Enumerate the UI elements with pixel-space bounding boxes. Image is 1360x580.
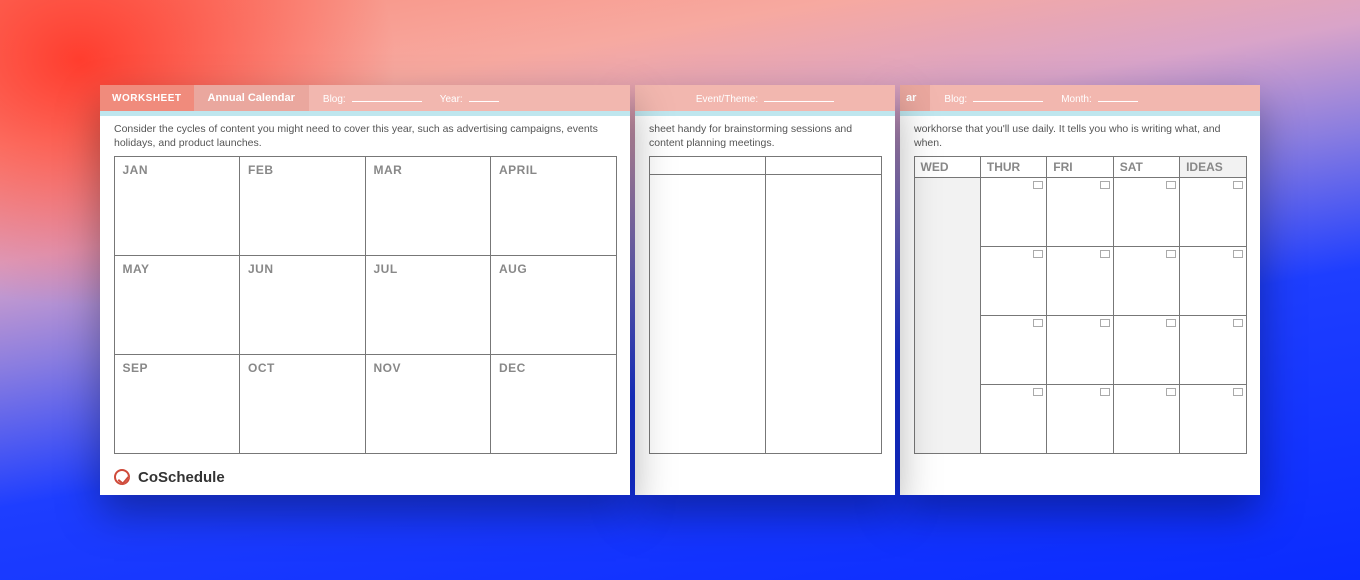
annual-grid: JAN FEB MAR APRIL MAY JUN JUL AUG SEP OC…: [114, 156, 616, 453]
day-cell: [1113, 246, 1180, 316]
header-bar: Event/Theme:: [635, 85, 895, 111]
header-bar: ar Blog: Month:: [900, 85, 1260, 111]
day-ideas: IDEAS: [1179, 156, 1246, 178]
year-label: Year:: [440, 94, 463, 105]
brainstorm-grid: [649, 156, 881, 453]
month-mar: MAR: [365, 156, 492, 256]
month-apr: APRIL: [490, 156, 617, 256]
blog-label: Blog:: [944, 94, 967, 105]
day-cell: [1179, 246, 1246, 316]
blog-label: Blog:: [323, 94, 346, 105]
weekday-headers: WED THUR FRI SAT IDEAS: [914, 156, 1246, 177]
day-cell: [1046, 177, 1113, 247]
day-cell: [1046, 246, 1113, 316]
body-cell: [649, 174, 766, 454]
month-jan: JAN: [114, 156, 241, 256]
month-feb: FEB: [239, 156, 366, 256]
monthly-worksheet: ar Blog: Month: workhorse that you'll us…: [900, 85, 1260, 495]
month-sep: SEP: [114, 354, 241, 454]
day-cell: [1179, 384, 1246, 454]
event-label: Event/Theme:: [696, 94, 758, 105]
ideas-column: [914, 177, 981, 454]
description: workhorse that you'll use daily. It tell…: [900, 116, 1260, 156]
header-bar: WORKSHEET Annual Calendar Blog: Year:: [100, 85, 630, 111]
meta-fields: Event/Theme:: [635, 85, 895, 111]
coschedule-logo-icon: [114, 469, 130, 485]
month-nov: NOV: [365, 354, 492, 454]
day-cell: [980, 384, 1047, 454]
footer: [635, 459, 895, 495]
month-dec: DEC: [490, 354, 617, 454]
day-cell: [980, 177, 1047, 247]
meta-fields: Blog: Month:: [930, 85, 1260, 111]
day-sat: SAT: [1113, 156, 1180, 178]
body-cell: [765, 174, 882, 454]
month-may: MAY: [114, 255, 241, 355]
day-thur: THUR: [980, 156, 1047, 178]
day-cell: [1113, 384, 1180, 454]
brand-name: CoSchedule: [138, 469, 225, 486]
month-grid: [914, 177, 1246, 453]
day-wed: WED: [914, 156, 981, 178]
meta-fields: Blog: Year:: [309, 85, 630, 111]
worksheet-tag: WORKSHEET: [100, 85, 194, 111]
brainstorm-worksheet: Event/Theme: sheet handy for brainstormi…: [635, 85, 895, 495]
day-cell: [1179, 177, 1246, 247]
day-cell: [1046, 384, 1113, 454]
worksheet-title: Annual Calendar: [194, 85, 309, 111]
background: ar Blog: Month: workhorse that you'll us…: [0, 0, 1360, 580]
day-cell: [1113, 315, 1180, 385]
title-fragment: ar: [900, 85, 930, 111]
annual-worksheet: WORKSHEET Annual Calendar Blog: Year: Co…: [100, 85, 630, 495]
day-cell: [1179, 315, 1246, 385]
month-jun: JUN: [239, 255, 366, 355]
month-aug: AUG: [490, 255, 617, 355]
month-jul: JUL: [365, 255, 492, 355]
header-cell: [649, 156, 766, 175]
description: sheet handy for brainstorming sessions a…: [635, 116, 895, 156]
day-fri: FRI: [1046, 156, 1113, 178]
footer: CoSchedule: [100, 459, 630, 495]
day-cell: [1113, 177, 1180, 247]
header-cell: [765, 156, 882, 175]
month-oct: OCT: [239, 354, 366, 454]
day-cell: [980, 315, 1047, 385]
day-cell: [980, 246, 1047, 316]
day-cell: [1046, 315, 1113, 385]
description: Consider the cycles of content you might…: [100, 116, 630, 156]
month-label: Month:: [1061, 94, 1092, 105]
footer: [900, 459, 1260, 495]
